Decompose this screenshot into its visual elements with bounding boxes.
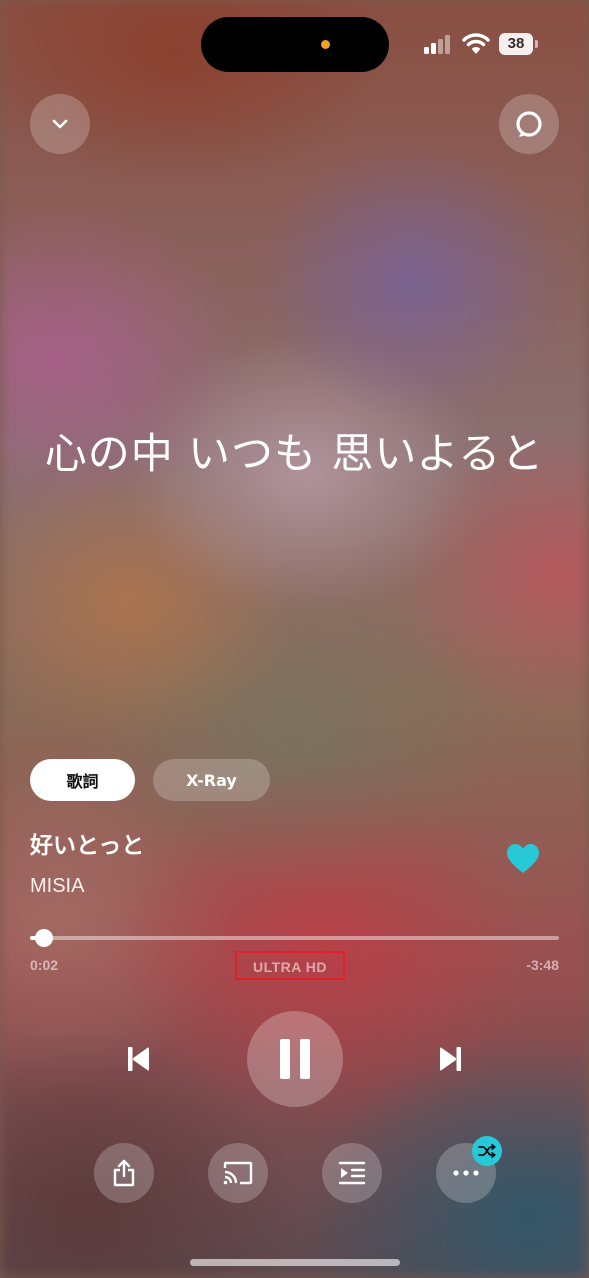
skip-previous-icon [128,1047,149,1071]
audio-quality-label: ULTRA HD [253,959,327,975]
chevron-down-icon [52,119,68,129]
shuffle-icon [478,1144,496,1158]
skip-next-icon [440,1047,461,1071]
more-icon [453,1170,479,1176]
shuffle-indicator[interactable] [472,1136,502,1166]
alexa-button[interactable] [499,94,559,154]
share-button[interactable] [94,1143,154,1203]
favorite-button[interactable] [505,842,541,876]
status-time [60,28,150,58]
dynamic-island [201,17,389,72]
cast-icon [223,1161,253,1185]
home-indicator[interactable] [190,1259,400,1266]
wifi-icon [462,32,490,54]
tab-lyrics[interactable]: 歌詞 [30,759,135,801]
mic-indicator-dot [321,40,330,49]
current-lyric-line: 心の中 いつも 思いよると [44,429,545,478]
queue-button[interactable] [322,1143,382,1203]
pause-icon [280,1039,310,1079]
next-track-button[interactable] [430,1038,470,1080]
previous-track-button[interactable] [119,1038,159,1080]
time-remaining: -3:48 [526,957,559,973]
battery-level: 38 [499,33,533,55]
track-title: 好いとっと [30,833,145,859]
share-icon [113,1159,135,1187]
progress-scrubber[interactable] [35,929,54,947]
now-playing-screen: 38 心の中 いつも 思いよると 歌詞 X-Ray 好いとっと MISIA 0:… [0,0,589,1278]
cellular-signal-icon [424,34,452,54]
alexa-ring-icon [516,111,542,137]
cast-button[interactable] [208,1143,268,1203]
audio-quality-badge[interactable]: ULTRA HD [235,951,345,980]
heart-icon [507,844,539,873]
tab-xray[interactable]: X-Ray [153,759,270,801]
progress-bar[interactable] [30,929,559,947]
collapse-button[interactable] [30,94,90,154]
battery-icon: 38 [499,33,539,55]
queue-icon [338,1161,366,1185]
time-elapsed: 0:02 [30,957,59,973]
artist-name[interactable]: MISIA [30,875,84,898]
pause-button[interactable] [247,1011,343,1107]
